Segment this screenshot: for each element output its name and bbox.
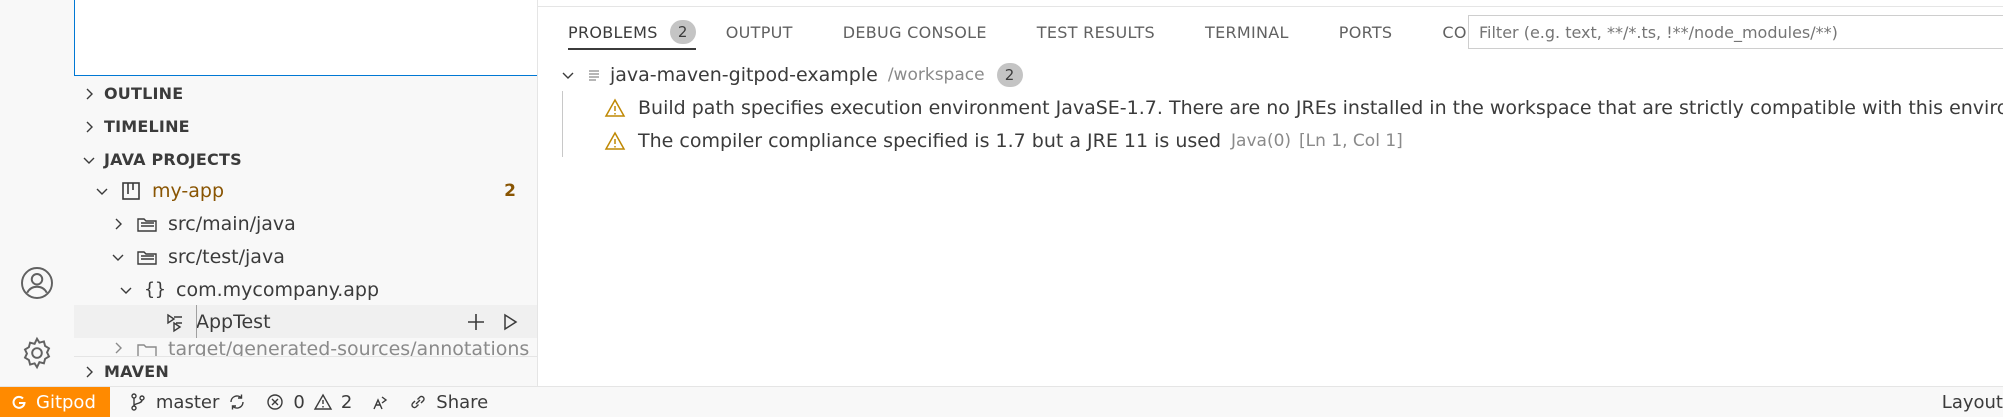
add-icon[interactable] [466, 312, 486, 332]
package-folder-icon [132, 338, 162, 358]
tab-debug-console-label: DEBUG CONSOLE [842, 22, 987, 42]
chevron-down-icon [116, 280, 136, 300]
bottom-panel: PROBLEMS 2 OUTPUT DEBUG CONSOLE TEST RES… [538, 0, 2003, 386]
test-class-actions [466, 312, 520, 332]
panel-border [538, 6, 2003, 7]
error-icon [267, 394, 284, 410]
problem-group-row[interactable]: java-maven-gitpod-example /workspace 2 [560, 58, 1023, 91]
tab-problems[interactable]: PROBLEMS 2 [538, 14, 696, 50]
section-maven[interactable]: MAVEN [74, 356, 537, 386]
manage-gear-icon[interactable] [14, 330, 60, 376]
test-class-label: AppTest [196, 310, 271, 333]
tree-item-src-test[interactable]: src/test/java [74, 240, 537, 273]
git-branch-icon [131, 393, 145, 411]
problem-group-count: 2 [996, 62, 1023, 87]
layout-control[interactable]: Layout [1942, 387, 2003, 417]
section-outline[interactable]: OUTLINE [74, 77, 537, 110]
share-link-icon [411, 395, 425, 409]
problem-row[interactable]: Build path specifies execution environme… [604, 91, 2003, 124]
section-timeline[interactable]: TIMELINE [74, 110, 537, 143]
problem-group-path: /workspace [887, 64, 985, 85]
tree-item-package[interactable]: {} com.mycompany.app [74, 273, 537, 306]
panel-tabs: PROBLEMS 2 OUTPUT DEBUG CONSOLE TEST RES… [538, 14, 1558, 50]
error-count: 0 [293, 391, 305, 413]
tab-test-results[interactable]: TEST RESULTS [1007, 14, 1175, 50]
branch-status[interactable]: master [128, 392, 247, 413]
namespace-braces-icon: {} [144, 279, 166, 300]
sync-icon[interactable] [227, 392, 247, 412]
focused-view-area[interactable] [74, 0, 537, 76]
problem-source: Java(0) [1231, 130, 1292, 151]
package-folder-icon [132, 245, 162, 269]
problem-message: Build path specifies execution environme… [638, 96, 2003, 119]
layout-label: Layout [1941, 392, 2003, 413]
problem-row[interactable]: The compiler compliance specified is 1.7… [604, 124, 1403, 157]
problem-location: [Ln 1, Col 1] [1299, 130, 1403, 151]
chevron-down-icon [562, 72, 574, 79]
project-label: my-app [152, 179, 225, 202]
package-label: com.mycompany.app [176, 278, 380, 301]
warning-icon [604, 97, 626, 117]
tab-ports-label: PORTS [1338, 22, 1393, 42]
tab-debug-console[interactable]: DEBUG CONSOLE [813, 14, 1007, 50]
sidebar: OUTLINE TIMELINE JAVA PROJECTS my-app 2 … [74, 0, 538, 386]
chevron-right-icon [108, 214, 128, 234]
src-test-label: src/test/java [168, 245, 285, 268]
indent-guide [562, 91, 563, 157]
chevron-right-icon [74, 364, 104, 380]
tree-item-generated-sources[interactable]: target/generated-sources/annotations [74, 338, 537, 358]
share-label: Share [436, 391, 489, 413]
generated-sources-label: target/generated-sources/annotations [168, 338, 530, 358]
section-java-projects-label: JAVA PROJECTS [104, 150, 242, 169]
chevron-down-icon [74, 152, 104, 168]
tab-test-results-label: TEST RESULTS [1036, 22, 1155, 42]
activity-bar [0, 0, 74, 386]
section-timeline-label: TIMELINE [104, 117, 190, 136]
section-maven-label: MAVEN [104, 362, 169, 381]
section-outline-label: OUTLINE [104, 84, 184, 103]
tab-output-label: OUTPUT [725, 22, 793, 42]
chevron-right-icon [74, 119, 104, 135]
problems-count-badge: 2 [669, 20, 696, 44]
tab-terminal-label: TERMINAL [1205, 22, 1289, 42]
run-test-icon[interactable] [500, 312, 520, 332]
chevron-right-icon [108, 338, 128, 358]
tree-item-src-main[interactable]: src/main/java [74, 207, 537, 240]
problems-status[interactable]: 0 2 [265, 392, 352, 413]
chevron-down-icon [108, 247, 128, 267]
gitpod-icon [12, 395, 26, 409]
chevron-down-icon [92, 181, 112, 201]
problem-group-name: java-maven-gitpod-example [610, 63, 878, 86]
tab-terminal[interactable]: TERMINAL [1175, 14, 1309, 50]
ports-status[interactable] [370, 392, 390, 412]
tab-problems-label: PROBLEMS [568, 22, 658, 42]
warning-icon [313, 393, 333, 410]
accounts-icon[interactable] [14, 260, 60, 306]
src-main-label: src/main/java [168, 212, 296, 235]
test-class-icon [160, 310, 190, 334]
remote-label: Gitpod [36, 391, 96, 413]
remote-indicator[interactable]: Gitpod [0, 386, 110, 417]
file-icon [589, 69, 599, 81]
project-problem-count: 2 [504, 180, 516, 201]
package-folder-icon [132, 212, 162, 236]
tree-item-test-class[interactable]: AppTest [74, 305, 537, 338]
warning-icon [604, 130, 626, 150]
problems-filter-input[interactable] [1468, 15, 2003, 49]
tree-item-project[interactable]: my-app 2 [74, 174, 537, 207]
status-bar: Gitpod master 0 2 Share Layout [0, 386, 2003, 417]
tab-output[interactable]: OUTPUT [696, 14, 813, 50]
warning-count: 2 [340, 391, 353, 413]
tab-ports[interactable]: PORTS [1309, 14, 1413, 50]
branch-label: master [155, 391, 220, 413]
broadcast-icon [373, 396, 388, 410]
section-java-projects[interactable]: JAVA PROJECTS [74, 143, 537, 176]
share-button[interactable]: Share [408, 392, 488, 413]
indent-guide [196, 305, 197, 338]
project-icon [116, 179, 146, 203]
chevron-right-icon [74, 86, 104, 102]
problem-message: The compiler compliance specified is 1.7… [638, 129, 1222, 152]
